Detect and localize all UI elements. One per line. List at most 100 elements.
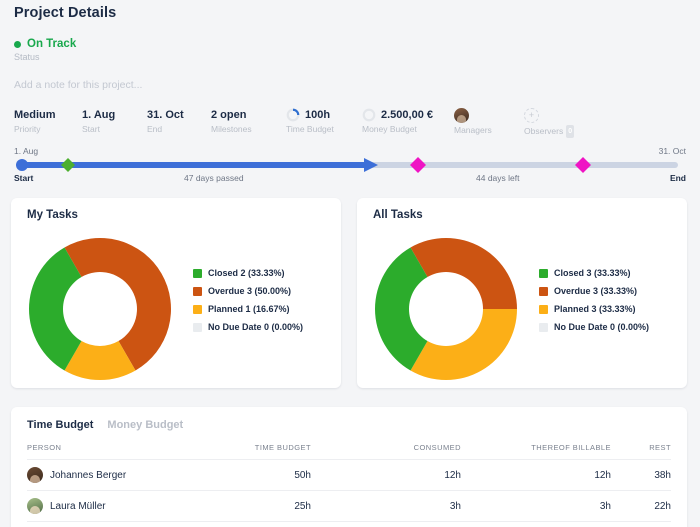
legend-swatch-planned-icon bbox=[539, 304, 548, 314]
avatar bbox=[27, 467, 43, 483]
meta-time-budget-label: Time Budget bbox=[286, 124, 334, 134]
meta-money-budget-label: Money Budget bbox=[362, 124, 417, 134]
project-meta-row: Medium Priority 1. Aug Start 31. Oct End… bbox=[14, 108, 686, 138]
project-details-page: Project Details On Track Status Add a no… bbox=[0, 0, 700, 527]
col-rest: REST bbox=[611, 443, 671, 460]
cell-time-budget: 25h bbox=[161, 521, 311, 527]
donut-slice-overdue[interactable] bbox=[410, 238, 518, 309]
legend-item: Planned 3 (33.33%) bbox=[539, 300, 649, 318]
cell-consumed: 9h bbox=[311, 521, 461, 527]
cell-rest: 16h bbox=[611, 521, 671, 527]
all-tasks-legend: Closed 3 (33.33%) Overdue 3 (33.33%) Pla… bbox=[539, 264, 649, 336]
meta-priority-label: Priority bbox=[14, 124, 41, 134]
col-consumed: CONSUMED bbox=[311, 443, 461, 460]
table-row[interactable]: Ünal Yılmaz 25h 9h 9h 16h bbox=[27, 521, 671, 527]
meta-start-value: 1. Aug bbox=[82, 109, 116, 121]
money-budget-progress-ring-icon bbox=[362, 108, 376, 122]
legend-swatch-closed-icon bbox=[193, 268, 202, 278]
meta-milestones-value: 2 open bbox=[211, 109, 247, 121]
meta-milestones-label: Milestones bbox=[211, 124, 252, 134]
project-status[interactable]: On Track Status bbox=[14, 38, 76, 62]
legend-item: No Due Date 0 (0.00%) bbox=[539, 318, 649, 336]
donut-slice-closed[interactable] bbox=[29, 247, 82, 371]
status-line: On Track bbox=[14, 38, 76, 50]
meta-managers[interactable]: Managers bbox=[454, 108, 492, 136]
cell-rest: 22h bbox=[611, 490, 671, 522]
meta-time-budget-value: 100h bbox=[305, 109, 331, 121]
manager-avatar[interactable] bbox=[454, 108, 469, 123]
project-timeline: 1. Aug 31. Oct Start 47 days passed 44 d… bbox=[14, 146, 686, 186]
observers-count-badge: 0 bbox=[566, 125, 575, 138]
meta-observers-text: Observers bbox=[524, 126, 564, 136]
legend-item: Overdue 3 (50.00%) bbox=[193, 282, 303, 300]
page-title: Project Details bbox=[14, 5, 117, 21]
timeline-end-date: 31. Oct bbox=[658, 146, 686, 156]
timeline-remaining-text: 44 days left bbox=[476, 173, 520, 183]
meta-money-budget[interactable]: 2.500,00 € Money Budget bbox=[362, 108, 433, 135]
donut-slice-closed[interactable] bbox=[375, 247, 428, 371]
status-caption: Status bbox=[14, 52, 40, 62]
legend-label-no-due-date: No Due Date 0 (0.00%) bbox=[554, 322, 650, 332]
legend-swatch-planned-icon bbox=[193, 304, 202, 314]
meta-managers-label: Managers bbox=[454, 125, 492, 135]
table-row[interactable]: Johannes Berger 50h 12h 12h 38h bbox=[27, 459, 671, 491]
legend-item: Overdue 3 (33.33%) bbox=[539, 282, 649, 300]
cell-person: Laura Müller bbox=[27, 490, 161, 522]
tab-money-budget[interactable]: Money Budget bbox=[107, 419, 183, 431]
cell-time-budget: 25h bbox=[161, 490, 311, 522]
table-body: Johannes Berger 50h 12h 12h 38h Laura Mü… bbox=[27, 459, 671, 527]
my-tasks-legend: Closed 2 (33.33%) Overdue 3 (50.00%) Pla… bbox=[193, 264, 303, 336]
meta-priority[interactable]: Medium Priority bbox=[14, 108, 56, 135]
my-tasks-donut-chart bbox=[25, 234, 175, 389]
col-time-budget: TIME BUDGET bbox=[161, 443, 311, 460]
cell-consumed: 3h bbox=[311, 490, 461, 522]
add-person-icon[interactable]: + bbox=[524, 108, 539, 123]
meta-start[interactable]: 1. Aug Start bbox=[82, 108, 115, 135]
cell-thereof-billable: 3h bbox=[461, 490, 611, 522]
cell-thereof-billable: 12h bbox=[461, 459, 611, 491]
milestone-marker-open-1 bbox=[410, 157, 426, 173]
meta-observers-label: Observers 0 bbox=[524, 125, 575, 138]
timeline-start-label: Start bbox=[14, 173, 34, 183]
note-input[interactable]: Add a note for this project... bbox=[14, 79, 142, 91]
timeline-start-date: 1. Aug bbox=[14, 146, 39, 156]
budget-card: Time Budget Money Budget PERSON TIME BUD… bbox=[11, 407, 687, 527]
legend-label-no-due-date: No Due Date 0 (0.00%) bbox=[208, 322, 304, 332]
cell-thereof-billable: 9h bbox=[461, 521, 611, 527]
cell-person: Johannes Berger bbox=[27, 459, 161, 491]
meta-money-budget-value: 2.500,00 € bbox=[381, 109, 433, 121]
meta-start-label: Start bbox=[82, 124, 100, 134]
donut-slice-planned[interactable] bbox=[410, 309, 518, 380]
milestone-marker-done bbox=[61, 158, 75, 172]
legend-label-closed: Closed 2 (33.33%) bbox=[208, 268, 285, 278]
legend-item: Planned 1 (16.67%) bbox=[193, 300, 303, 318]
timeline-bar[interactable] bbox=[14, 157, 686, 173]
col-person: PERSON bbox=[27, 443, 161, 460]
milestone-marker-open-2 bbox=[575, 157, 591, 173]
meta-milestones[interactable]: 2 open Milestones bbox=[211, 108, 252, 135]
status-dot-icon bbox=[14, 40, 21, 48]
legend-swatch-overdue-icon bbox=[193, 286, 202, 296]
cell-consumed: 12h bbox=[311, 459, 461, 491]
table-row[interactable]: Laura Müller 25h 3h 3h 22h bbox=[27, 490, 671, 522]
tab-time-budget[interactable]: Time Budget bbox=[27, 419, 93, 431]
budget-table: PERSON TIME BUDGET CONSUMED THEREOF BILL… bbox=[27, 443, 671, 527]
legend-swatch-no-due-date-icon bbox=[539, 322, 548, 332]
person-name: Johannes Berger bbox=[50, 469, 127, 481]
legend-item: No Due Date 0 (0.00%) bbox=[193, 318, 303, 336]
timeline-end-label: End bbox=[669, 173, 686, 183]
legend-swatch-no-due-date-icon bbox=[193, 322, 202, 332]
meta-end[interactable]: 31. Oct End bbox=[147, 108, 184, 135]
legend-swatch-overdue-icon bbox=[539, 286, 548, 296]
legend-label-planned: Planned 1 (16.67%) bbox=[208, 304, 290, 314]
meta-observers[interactable]: + Observers 0 bbox=[524, 108, 575, 138]
cell-time-budget: 50h bbox=[161, 459, 311, 491]
col-thereof-billable: THEREOF BILLABLE bbox=[461, 443, 611, 460]
my-tasks-title: My Tasks bbox=[27, 209, 78, 221]
meta-time-budget[interactable]: 100h Time Budget bbox=[286, 108, 334, 135]
table-header-row: PERSON TIME BUDGET CONSUMED THEREOF BILL… bbox=[27, 443, 671, 460]
all-tasks-donut-chart bbox=[371, 234, 521, 389]
legend-label-overdue: Overdue 3 (50.00%) bbox=[208, 286, 292, 296]
status-text: On Track bbox=[27, 38, 77, 50]
legend-label-overdue: Overdue 3 (33.33%) bbox=[554, 286, 638, 296]
